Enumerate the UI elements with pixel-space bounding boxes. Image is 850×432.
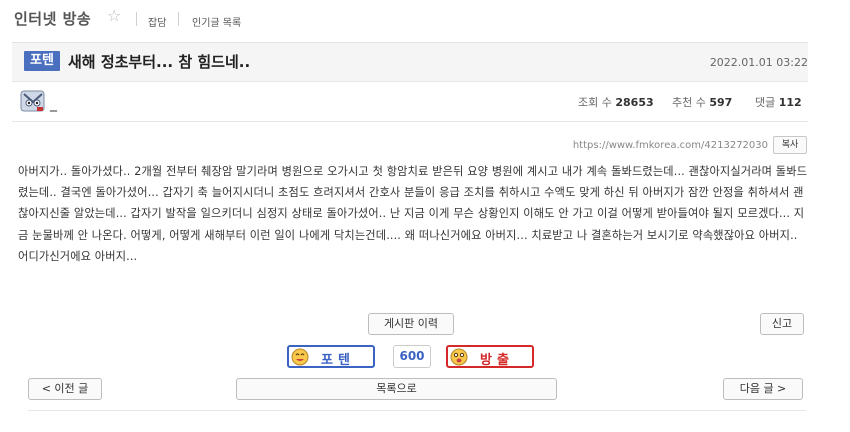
favorite-star-icon[interactable]: ☆: [107, 6, 121, 25]
divider: [178, 12, 179, 26]
post-body: 아버지가.. 돌아가셨다.. 2개월 전부터 췌장암 말기라며 병원으로 오가시…: [18, 165, 808, 263]
likes-count: 597: [709, 96, 733, 109]
likes-stat: 추천 수 597: [672, 94, 732, 110]
next-post-button[interactable]: 다음 글 >: [723, 378, 803, 400]
happy-face-icon: [291, 348, 309, 366]
vote-count: 600: [393, 345, 431, 368]
copy-url-button[interactable]: 복사: [773, 136, 807, 154]
report-button[interactable]: 신고: [760, 313, 804, 335]
downvote-button[interactable]: 방출: [446, 345, 534, 368]
comments-stat: 댓글 112: [755, 94, 802, 110]
views-label: 조회 수: [578, 96, 612, 109]
views-count: 28653: [615, 96, 654, 109]
comments-count: 112: [778, 96, 802, 109]
divider: [136, 12, 137, 26]
board-history-button[interactable]: 게시판 이력: [368, 313, 454, 335]
likes-label: 추천 수: [672, 96, 706, 109]
prev-post-button[interactable]: < 이전 글: [28, 378, 102, 400]
board-title[interactable]: 인터넷 방송: [14, 8, 91, 29]
comments-label: 댓글: [755, 96, 776, 109]
author-name[interactable]: _: [50, 96, 57, 112]
divider: [12, 121, 808, 122]
list-button[interactable]: 목록으로: [236, 378, 557, 400]
upvote-button[interactable]: 포텐: [287, 345, 375, 368]
post-date: 2022.01.01 03:22: [709, 56, 808, 69]
surprised-face-icon: [450, 348, 468, 366]
divider: [28, 410, 806, 411]
chat-link[interactable]: 잡담: [148, 14, 166, 29]
downvote-label: 방출: [480, 353, 514, 368]
avatar-icon[interactable]: [20, 88, 46, 114]
upvote-label: 포텐: [321, 353, 355, 368]
post-title: 새해 정초부터... 참 힘드네..: [68, 53, 251, 71]
category-badge[interactable]: 포텐: [24, 51, 60, 71]
popular-list-link[interactable]: 인기글 목록: [192, 14, 241, 29]
post-url[interactable]: https://www.fmkorea.com/4213272030: [573, 140, 768, 151]
views-stat: 조회 수 28653: [578, 94, 654, 110]
